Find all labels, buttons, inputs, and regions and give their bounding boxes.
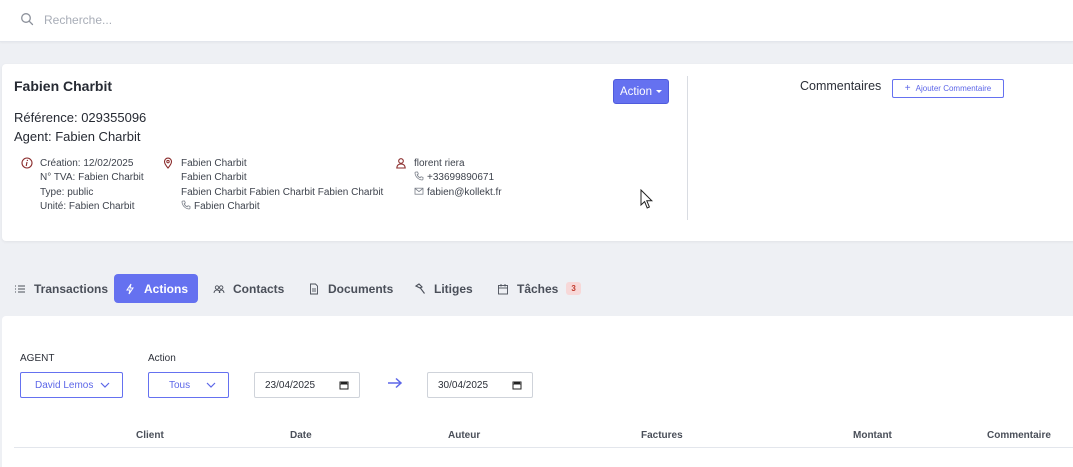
phone-icon bbox=[414, 171, 424, 181]
document-icon bbox=[310, 283, 318, 294]
column-header-montant: Montant bbox=[853, 430, 892, 441]
tab-documents[interactable]: Documents bbox=[298, 274, 403, 303]
actions-panel: AGENT David Lemos Action Tous 23/04/2025… bbox=[2, 316, 1073, 467]
client-agent: Agent: Fabien Charbit bbox=[14, 129, 141, 144]
column-header-factures: Factures bbox=[641, 430, 683, 441]
contact-phone-row: +33699890671 bbox=[414, 171, 502, 185]
phone-icon bbox=[181, 200, 191, 210]
address-line-1: Fabien Charbit bbox=[181, 158, 247, 169]
date-to-input[interactable]: 30/04/2025 bbox=[427, 372, 533, 398]
client-unit: Unité: Fabien Charbit bbox=[40, 200, 135, 212]
agent-filter-label: AGENT bbox=[20, 353, 55, 364]
task-count-badge: 3 bbox=[566, 282, 581, 295]
date-to-value: 30/04/2025 bbox=[438, 379, 489, 391]
column-header-client: Client bbox=[136, 430, 164, 441]
hammer-icon bbox=[414, 282, 425, 294]
date-from-input[interactable]: 23/04/2025 bbox=[254, 372, 360, 398]
chevron-down-icon bbox=[100, 382, 110, 388]
tab-label: Tâches bbox=[517, 281, 559, 296]
column-header-commentaire: Commentaire bbox=[987, 430, 1051, 441]
users-icon bbox=[213, 284, 225, 293]
creation-date: Création: 12/02/2025 bbox=[40, 158, 134, 169]
tab-contacts[interactable]: Contacts bbox=[203, 274, 294, 303]
mouse-cursor-icon bbox=[640, 189, 654, 209]
mail-icon bbox=[414, 187, 424, 195]
action-select[interactable]: Tous bbox=[148, 372, 229, 398]
list-icon bbox=[15, 285, 25, 292]
tva-number: N° TVA: Fabien Charbit bbox=[40, 172, 144, 184]
client-type: Type: public bbox=[40, 186, 94, 198]
search-icon bbox=[21, 13, 34, 26]
address-phone-row: Fabien Charbit bbox=[181, 200, 383, 214]
action-filter-label: Action bbox=[148, 353, 176, 364]
tab-label: Actions bbox=[143, 281, 188, 296]
add-comment-button[interactable]: + Ajouter Commentaire bbox=[892, 79, 1004, 98]
action-button-label: Action bbox=[620, 85, 652, 98]
search-bar bbox=[0, 0, 1073, 42]
info-icon bbox=[21, 157, 33, 169]
client-reference: Référence: 029355096 bbox=[14, 110, 147, 125]
arrow-right-icon bbox=[388, 377, 403, 389]
tab-label: Documents bbox=[328, 281, 394, 296]
plus-icon: + bbox=[904, 82, 911, 94]
client-address: Fabien Charbit Fabien Charbit Fabien Cha… bbox=[163, 157, 384, 214]
table-header: Client Date Auteur Factures Montant Comm… bbox=[14, 424, 1073, 448]
address-line-2: Fabien Charbit bbox=[181, 172, 247, 184]
bolt-icon bbox=[126, 283, 134, 294]
location-pin-icon bbox=[163, 157, 173, 169]
contact-email: fabien@kollekt.fr bbox=[427, 186, 502, 198]
chevron-down-icon bbox=[206, 382, 216, 388]
tab-litiges[interactable]: Litiges bbox=[404, 274, 483, 303]
client-name: Fabien Charbit bbox=[14, 78, 113, 94]
user-icon bbox=[396, 158, 406, 169]
client-card: Fabien Charbit Référence: 029355096 Agen… bbox=[2, 64, 1073, 241]
action-select-value: Tous bbox=[169, 379, 191, 391]
calendar-icon bbox=[339, 381, 349, 390]
action-dropdown-button[interactable]: Action bbox=[613, 79, 669, 104]
date-from-value: 23/04/2025 bbox=[265, 379, 316, 391]
client-details: Création: 12/02/2025 N° TVA: Fabien Char… bbox=[21, 157, 144, 214]
contact-name: florent riera bbox=[414, 158, 465, 169]
contact-phone: +33699890671 bbox=[427, 172, 495, 184]
tab-label: Litiges bbox=[434, 281, 473, 296]
column-header-date: Date bbox=[290, 430, 312, 441]
agent-select-value: David Lemos bbox=[35, 379, 94, 391]
vertical-divider bbox=[687, 76, 688, 220]
tab-label: Contacts bbox=[233, 281, 285, 296]
tab-taches[interactable]: Tâches 3 bbox=[487, 274, 591, 303]
address-phone: Fabien Charbit bbox=[194, 200, 260, 212]
tab-actions[interactable]: Actions bbox=[114, 274, 198, 303]
comments-title: Commentaires bbox=[800, 79, 882, 93]
search-input[interactable] bbox=[44, 10, 544, 30]
client-contact: florent riera +33699890671 fabien@kollek… bbox=[396, 157, 502, 200]
calendar-icon bbox=[498, 283, 508, 294]
tab-transactions[interactable]: Transactions bbox=[4, 274, 118, 303]
contact-email-row: fabien@kollekt.fr bbox=[414, 186, 502, 200]
agent-select[interactable]: David Lemos bbox=[20, 372, 123, 398]
add-comment-label: Ajouter Commentaire bbox=[915, 84, 992, 93]
column-header-auteur: Auteur bbox=[448, 430, 481, 441]
address-line-3: Fabien Charbit Fabien Charbit Fabien Cha… bbox=[181, 186, 384, 198]
tab-label: Transactions bbox=[34, 281, 109, 296]
calendar-icon bbox=[512, 381, 522, 390]
caret-down-icon bbox=[655, 90, 662, 93]
